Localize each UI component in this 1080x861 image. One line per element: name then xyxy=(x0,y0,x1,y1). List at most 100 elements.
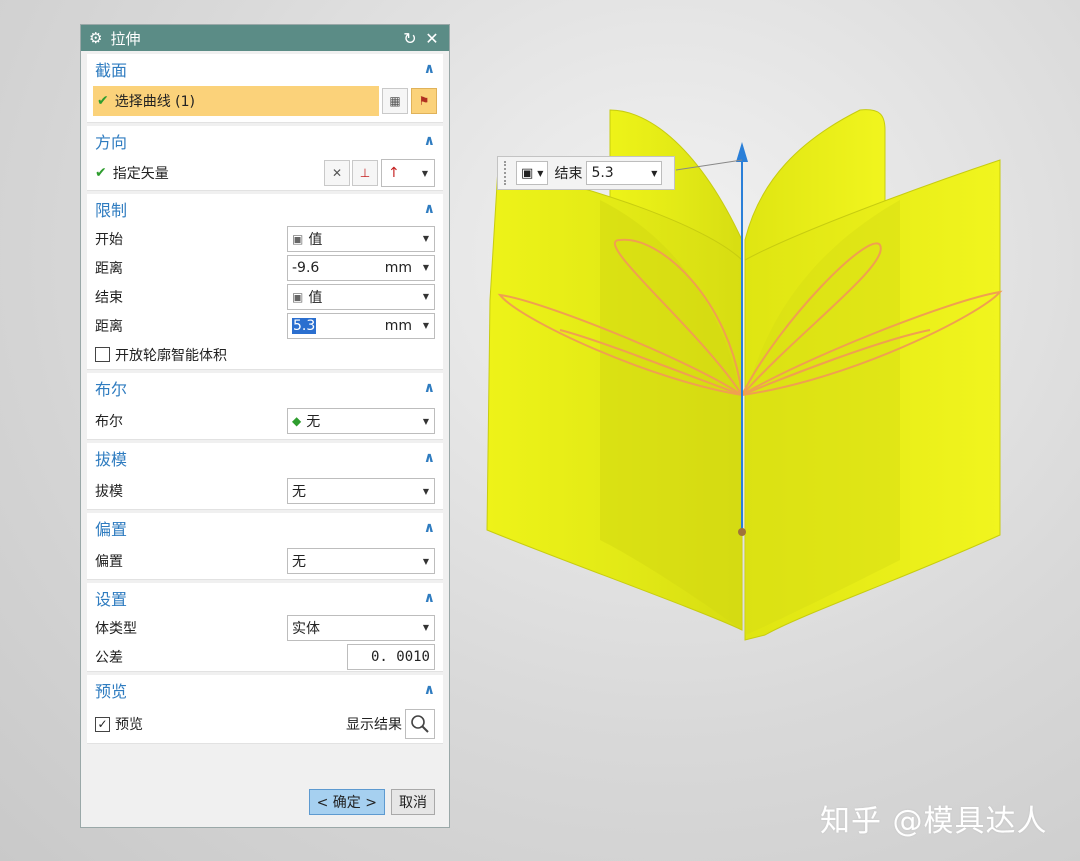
cube-icon: ▣ xyxy=(292,231,304,246)
chevron-down-icon: ▼ xyxy=(422,486,429,496)
sketch-section-button[interactable]: ▦ xyxy=(382,88,408,114)
show-result-label: 显示结果 xyxy=(346,717,402,733)
end-distance-label: 距离 xyxy=(95,318,123,335)
vector-icon: ⊥ xyxy=(359,166,371,180)
start-distance-input[interactable]: -9.6 mm ▼ xyxy=(287,254,435,281)
settings-header[interactable]: 设置 ∧ xyxy=(87,583,443,613)
close-icon[interactable]: ✕ xyxy=(423,29,441,48)
curve-select-button[interactable]: ⚑ xyxy=(411,88,437,114)
reverse-icon: ✕ xyxy=(331,166,343,180)
start-label: 开始 xyxy=(95,231,123,248)
draft-dropdown[interactable]: 无 ▼ xyxy=(287,478,435,504)
chevron-down-icon: ▼ xyxy=(422,321,429,330)
boolean-header[interactable]: 布尔 ∧ xyxy=(87,373,443,403)
select-curve-field[interactable]: ✔ 选择曲线 (1) xyxy=(93,86,379,116)
ok-button[interactable]: < 确定 > xyxy=(308,789,385,815)
collapse-icon[interactable]: ∧ xyxy=(424,520,435,536)
chevron-down-icon: ▼ xyxy=(422,234,429,243)
vector-arrow-head[interactable] xyxy=(736,142,748,162)
body-type-row: 体类型 实体 ▼ xyxy=(87,613,443,642)
end-type-dropdown[interactable]: ▣ 值 ▼ xyxy=(287,283,435,310)
vector-dialog-button[interactable]: ⊥ xyxy=(352,160,378,186)
extrude-dialog: ⚙ 拉伸 ↻ ✕ 截面 ∧ ✔ 选择曲线 (1) ▦ ⚑ 方向 ∧ ✔ 指定矢量 xyxy=(80,24,450,828)
preview-label: 预览 xyxy=(115,717,143,733)
section-header[interactable]: 截面 ∧ xyxy=(87,54,443,84)
preview-header[interactable]: 预览 ∧ xyxy=(87,675,443,705)
check-icon: ✔ xyxy=(95,165,107,181)
offset-header[interactable]: 偏置 ∧ xyxy=(87,513,443,543)
end-distance-input[interactable]: 5.3 mm ▼ xyxy=(287,312,435,339)
end-label: 结束 xyxy=(95,289,123,306)
boolean-row: 布尔 ◆ 无 ▼ xyxy=(87,403,443,439)
draft-header[interactable]: 拔模 ∧ xyxy=(87,443,443,473)
preview-group: 预览 ∧ ✓ 预览 显示结果 xyxy=(87,675,443,744)
end-row: 结束 ▣ 值 ▼ xyxy=(87,282,443,311)
open-profile-checkbox[interactable] xyxy=(95,347,110,362)
draft-value: 无 xyxy=(292,484,306,500)
specify-vector-row: ✔ 指定矢量 ✕ ⊥ ↑ ▼ xyxy=(87,156,443,190)
direction-group: 方向 ∧ ✔ 指定矢量 ✕ ⊥ ↑ ▼ xyxy=(87,126,443,191)
collapse-icon[interactable]: ∧ xyxy=(424,590,435,606)
limits-header[interactable]: 限制 ∧ xyxy=(87,194,443,224)
start-distance-label: 距离 xyxy=(95,260,123,277)
direction-header[interactable]: 方向 ∧ xyxy=(87,126,443,156)
preview-header-label: 预览 xyxy=(95,682,128,701)
collapse-icon[interactable]: ∧ xyxy=(424,682,435,698)
boolean-dropdown[interactable]: ◆ 无 ▼ xyxy=(287,408,435,434)
start-type-dropdown[interactable]: ▣ 值 ▼ xyxy=(287,225,435,252)
dialog-title: 拉伸 xyxy=(110,29,141,48)
boolean-header-label: 布尔 xyxy=(95,380,128,399)
open-profile-label: 开放轮廓智能体积 xyxy=(115,347,227,364)
collapse-icon[interactable]: ∧ xyxy=(424,201,435,217)
collapse-icon[interactable]: ∧ xyxy=(424,380,435,396)
preview-row: ✓ 预览 显示结果 xyxy=(87,705,443,743)
collapse-icon[interactable]: ∧ xyxy=(424,450,435,466)
start-unit: mm xyxy=(384,259,412,276)
end-value-field[interactable]: 5.3 ▼ xyxy=(586,161,663,185)
show-result-button[interactable] xyxy=(405,709,435,739)
offset-header-label: 偏置 xyxy=(95,520,128,539)
direction-header-label: 方向 xyxy=(95,133,128,152)
tolerance-input[interactable]: 0. 0010 xyxy=(347,643,435,670)
collapse-icon[interactable]: ∧ xyxy=(424,133,435,149)
chevron-down-icon: ▼ xyxy=(422,556,429,566)
cube-icon: ▣ xyxy=(292,289,304,304)
draft-group: 拔模 ∧ 拔模 无 ▼ xyxy=(87,443,443,510)
chevron-down-icon: ▼ xyxy=(422,263,429,272)
dialog-titlebar[interactable]: ⚙ 拉伸 ↻ ✕ xyxy=(81,25,449,51)
value-type-dropdown[interactable]: ▣ ▼ xyxy=(516,161,549,185)
end-distance-row: 距离 5.3 mm ▼ xyxy=(87,311,443,340)
collapse-icon[interactable]: ∧ xyxy=(424,61,435,77)
select-curve-label: 选择曲线 (1) xyxy=(114,94,196,110)
vector-origin-handle[interactable] xyxy=(738,528,746,536)
reset-icon[interactable]: ↻ xyxy=(401,29,419,48)
preview-checkbox[interactable]: ✓ xyxy=(95,716,110,732)
chevron-down-icon: ▼ xyxy=(421,168,428,178)
chevron-down-icon: ▼ xyxy=(422,292,429,301)
boolean-group: 布尔 ∧ 布尔 ◆ 无 ▼ xyxy=(87,373,443,440)
zc-axis-icon: ↑ xyxy=(388,165,400,181)
body-type-label: 体类型 xyxy=(95,620,137,637)
body-type-dropdown[interactable]: 实体 ▼ xyxy=(287,614,435,641)
drag-grip[interactable] xyxy=(504,161,508,185)
offset-dropdown[interactable]: 无 ▼ xyxy=(287,548,435,574)
chevron-down-icon: ▼ xyxy=(537,168,544,178)
vector-type-dropdown[interactable]: ↑ ▼ xyxy=(381,159,435,187)
chevron-down-icon: ▼ xyxy=(422,416,429,426)
cancel-button[interactable]: 取消 xyxy=(391,789,435,815)
open-profile-row: 开放轮廓智能体积 xyxy=(87,340,443,369)
on-screen-input-toolbar: ▣ ▼ 结束 5.3 ▼ xyxy=(497,156,675,190)
body-type-value: 实体 xyxy=(292,620,320,637)
magnifier-icon xyxy=(411,715,429,733)
start-type-value: 值 xyxy=(308,231,323,248)
start-row: 开始 ▣ 值 ▼ xyxy=(87,224,443,253)
check-icon: ✔ xyxy=(97,93,109,109)
tolerance-row: 公差 0. 0010 xyxy=(87,642,443,671)
start-distance-value: -9.6 xyxy=(292,259,320,276)
offset-value: 无 xyxy=(292,554,306,570)
dialog-footer: < 确定 > 取消 xyxy=(81,789,449,819)
boolean-none-icon: ◆ xyxy=(292,414,302,428)
reverse-direction-button[interactable]: ✕ xyxy=(324,160,350,186)
settings-group: 设置 ∧ 体类型 实体 ▼ 公差 0. 0010 xyxy=(87,583,443,672)
boolean-label: 布尔 xyxy=(95,414,123,430)
